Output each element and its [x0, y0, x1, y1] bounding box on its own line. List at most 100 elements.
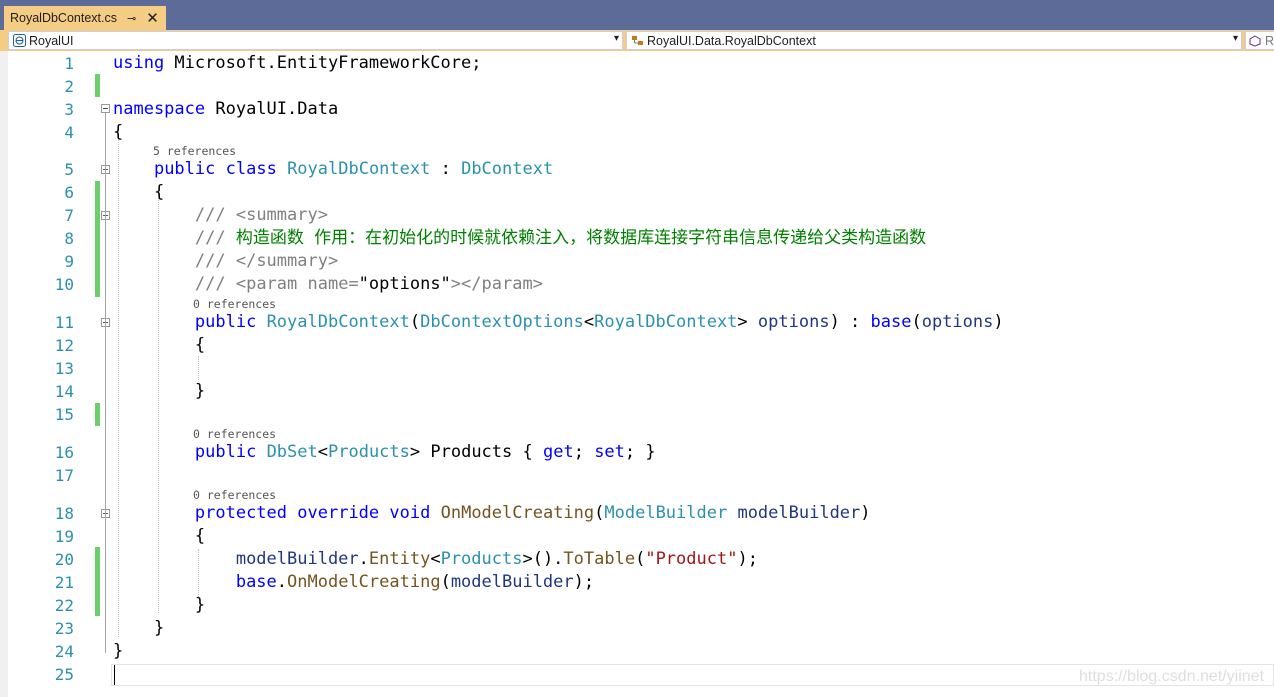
- member-dropdown[interactable]: R: [1245, 31, 1274, 50]
- code-text: .: [276, 572, 288, 592]
- codelens-references[interactable]: 5 references: [153, 144, 236, 158]
- change-bar: [95, 547, 100, 616]
- text-caret: [114, 665, 115, 685]
- type-name: RoyalDbContext: [594, 312, 738, 332]
- line-number: 14: [54, 382, 74, 401]
- code-text: ): [860, 503, 871, 523]
- code-text: );: [573, 572, 595, 592]
- collapse-toggle-namespace[interactable]: [101, 104, 110, 113]
- code-line-23: }: [113, 617, 164, 640]
- line-number: 16: [54, 443, 74, 462]
- type-dropdown[interactable]: RoyalUI.Data.RoyalDbContext ▾: [626, 31, 1242, 50]
- project-name: RoyalUI: [29, 33, 74, 48]
- code-line-3: namespace RoyalUI.Data: [113, 98, 338, 121]
- line-number: 9: [64, 252, 74, 271]
- code-text: >: [737, 312, 758, 332]
- doc-comment-prefix: ///: [194, 251, 236, 271]
- keyword: namespace: [113, 99, 206, 119]
- code-line-22: }: [113, 594, 205, 617]
- keyword: void: [389, 503, 431, 523]
- pin-icon[interactable]: ⊸: [127, 12, 136, 25]
- document-tab[interactable]: RoyalDbContext.cs ⊸ ✕: [4, 6, 166, 30]
- project-dropdown[interactable]: RoyalUI ▾: [8, 31, 623, 50]
- line-number: 23: [54, 619, 74, 638]
- code-line-9: /// </summary>: [113, 250, 338, 273]
- keyword: class: [225, 159, 277, 179]
- method-name: OnModelCreating: [287, 572, 441, 592]
- type-name: Products: [440, 549, 523, 569]
- line-number: 1: [64, 54, 74, 73]
- code-text: {: [194, 335, 206, 355]
- code-text: (: [594, 503, 605, 523]
- editor-margin: [0, 51, 8, 697]
- method-name: Entity: [368, 549, 431, 569]
- line-number: 21: [54, 573, 74, 592]
- code-text: <: [430, 549, 441, 569]
- line-number: 6: [64, 183, 74, 202]
- code-line-5: public class RoyalDbContext : DbContext: [113, 158, 553, 181]
- doc-comment-prefix: ///: [194, 274, 236, 294]
- codelens-references[interactable]: 0 references: [193, 297, 276, 311]
- code-text: }: [194, 595, 206, 615]
- code-line-8: /// 构造函数 作用：在初始化的时候就依赖注入，将数据库连接字符串信息传递给父…: [113, 227, 926, 250]
- keyword: set: [594, 442, 625, 462]
- method-name: OnModelCreating: [440, 503, 595, 523]
- code-text: ): [993, 312, 1004, 332]
- chevron-down-icon[interactable]: ▾: [614, 33, 619, 44]
- keyword: using: [113, 53, 165, 73]
- code-line-14: }: [113, 380, 205, 403]
- constructor-name: RoyalDbContext: [266, 312, 410, 332]
- line-number: 13: [54, 359, 74, 378]
- code-text: ; }: [624, 442, 656, 462]
- line-number: 5: [64, 160, 74, 179]
- code-line-21: base.OnModelCreating(modelBuilder);: [113, 571, 594, 594]
- code-text: (: [409, 312, 421, 332]
- keyword: get: [542, 442, 574, 462]
- code-text: <: [317, 442, 328, 462]
- code-text: (: [911, 312, 922, 332]
- code-line-4: {: [113, 122, 124, 142]
- code-editor[interactable]: 1 2 3 4 5 6 7 8 9 10 11 12 13 14 15 16 17 18 19 20 21 22 23 24 2…: [0, 51, 1274, 697]
- class-name: RoyalDbContext: [287, 159, 431, 179]
- code-line-7: /// <summary>: [113, 204, 328, 227]
- code-text: }: [153, 618, 165, 638]
- keyword: override: [297, 503, 380, 523]
- code-line-1: using Microsoft.EntityFrameworkCore;: [113, 52, 481, 75]
- xml-tag: ></param>: [450, 274, 543, 294]
- code-text: <: [583, 312, 595, 332]
- doc-comment-prefix: ///: [194, 228, 236, 248]
- code-text: >().: [522, 549, 564, 569]
- document-tab-strip: RoyalDbContext.cs ⊸ ✕: [0, 0, 1274, 30]
- line-number: 7: [64, 206, 74, 225]
- parameter: modelBuilder: [727, 503, 861, 523]
- close-icon[interactable]: ✕: [146, 9, 159, 27]
- code-line-6: {: [113, 181, 164, 204]
- line-number: 15: [54, 405, 74, 424]
- csharp-project-icon: [12, 34, 26, 48]
- codelens-references[interactable]: 0 references: [193, 488, 276, 502]
- line-number: 19: [54, 527, 74, 546]
- code-line-12: {: [113, 334, 205, 357]
- member-icon: [1249, 34, 1262, 48]
- class-icon: [630, 34, 644, 48]
- parameter: modelBuilder: [235, 549, 359, 569]
- line-number: 11: [54, 313, 74, 332]
- code-text: ;: [573, 442, 595, 462]
- xml-tag: </summary>: [235, 251, 339, 271]
- line-number: 2: [64, 77, 74, 96]
- keyword: public: [194, 442, 257, 462]
- code-text: }: [194, 381, 206, 401]
- chevron-down-icon[interactable]: ▾: [1233, 33, 1238, 44]
- tab-title[interactable]: RoyalDbContext.cs: [10, 11, 117, 25]
- type-name: DbSet: [266, 442, 318, 462]
- codelens-references[interactable]: 0 references: [193, 427, 276, 441]
- keyword: base: [870, 312, 912, 332]
- code-line-10: /// <param name="options"></param>: [113, 273, 543, 296]
- keyword: public: [153, 159, 216, 179]
- type-name: ModelBuilder: [604, 503, 728, 523]
- line-number: 3: [64, 100, 74, 119]
- type-name: DbContextOptions: [420, 312, 584, 332]
- line-number: 25: [54, 665, 74, 684]
- code-line-18: protected override void OnModelCreating(…: [113, 502, 871, 525]
- code-line-24: }: [113, 641, 124, 661]
